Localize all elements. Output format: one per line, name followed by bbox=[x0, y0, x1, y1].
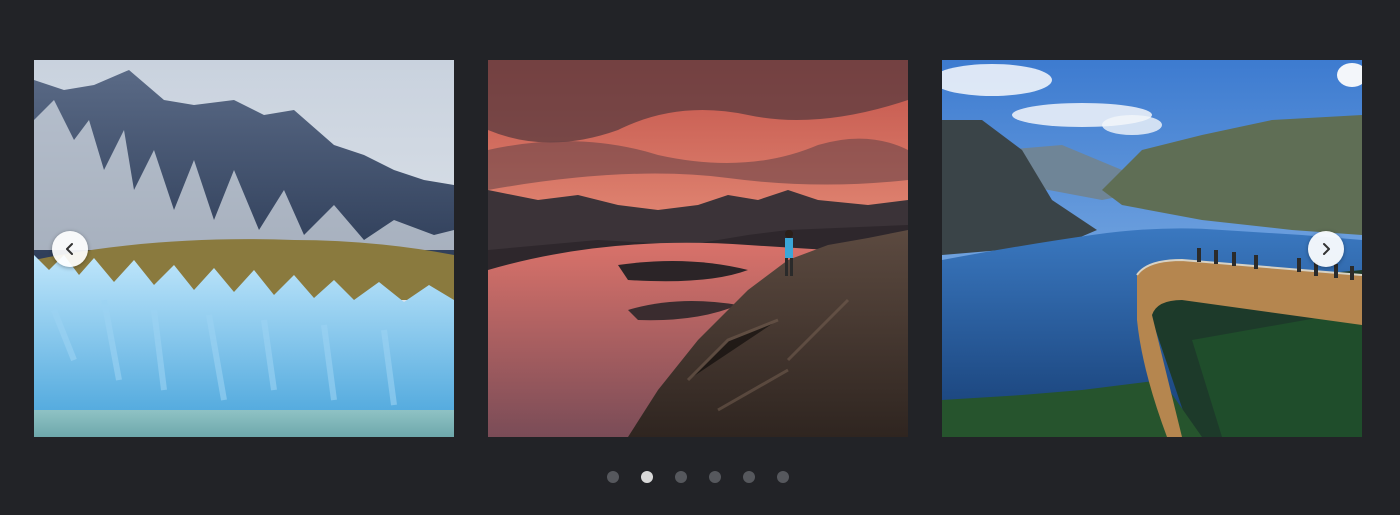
glacier-mountain-photo bbox=[34, 60, 454, 437]
pagination-dot-3[interactable] bbox=[675, 471, 687, 483]
pagination-dot-6[interactable] bbox=[777, 471, 789, 483]
fjord-viewpoint-photo bbox=[942, 60, 1362, 437]
slide-sunset-lake[interactable] bbox=[488, 60, 908, 437]
next-slide-button[interactable] bbox=[1308, 231, 1344, 267]
previous-slide-button[interactable] bbox=[52, 231, 88, 267]
slide-fjord-viewpoint[interactable] bbox=[942, 60, 1362, 437]
sunset-lake-cliff-photo bbox=[488, 60, 908, 437]
pagination-dot-5[interactable] bbox=[743, 471, 755, 483]
pagination-dot-4[interactable] bbox=[709, 471, 721, 483]
chevron-right-icon bbox=[1323, 243, 1330, 255]
image-carousel bbox=[0, 0, 1400, 515]
slide-glacier-mountain[interactable] bbox=[34, 60, 454, 437]
pagination-dots bbox=[607, 471, 789, 483]
pagination-dot-1[interactable] bbox=[607, 471, 619, 483]
pagination-dot-2[interactable] bbox=[641, 471, 653, 483]
chevron-left-icon bbox=[66, 243, 73, 255]
